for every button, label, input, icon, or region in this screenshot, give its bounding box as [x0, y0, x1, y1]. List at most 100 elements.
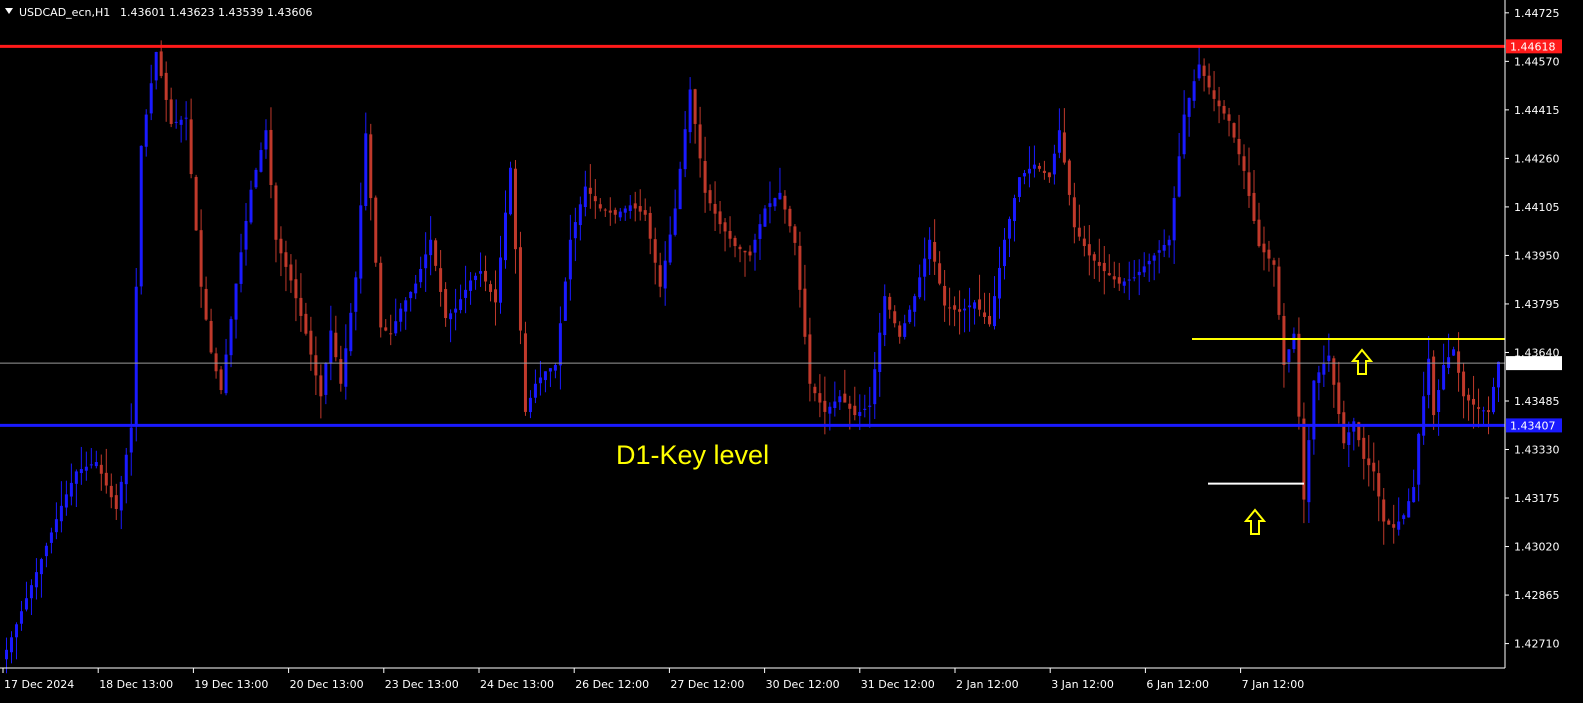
candle-body	[868, 405, 872, 407]
candle-body	[783, 195, 787, 210]
candle-body	[1457, 351, 1461, 373]
candle-body	[1492, 386, 1496, 413]
candle-body	[4, 649, 8, 660]
candle-body	[653, 239, 657, 263]
candle-body	[424, 254, 428, 269]
candle-body	[873, 369, 877, 405]
candle-body	[833, 401, 837, 409]
candle-body	[898, 325, 902, 337]
candle-body	[1182, 114, 1186, 155]
candle-body	[444, 289, 448, 319]
candle-body	[54, 519, 58, 533]
candle-body	[888, 296, 892, 310]
candle-body	[1117, 277, 1121, 284]
candle-body	[414, 283, 418, 294]
candle-body	[1422, 396, 1426, 436]
candle-body	[1452, 349, 1456, 356]
candle-body	[294, 279, 298, 299]
candle-body	[1442, 364, 1446, 390]
candle-body	[39, 559, 43, 575]
candle-body	[513, 168, 517, 250]
candle-body	[334, 332, 338, 358]
candle-body	[1222, 105, 1226, 114]
candle-body	[1367, 458, 1371, 466]
candle-body	[259, 150, 263, 172]
time-tick-label: 23 Dec 13:00	[385, 678, 459, 691]
candle-body	[1347, 432, 1351, 445]
candle-body	[1382, 499, 1386, 522]
candle-body	[374, 197, 378, 263]
candle-body	[1392, 524, 1396, 528]
price-tick-label: 1.44570	[1514, 55, 1560, 68]
candle-body	[838, 396, 842, 403]
candle-body	[124, 454, 128, 485]
candle-body	[429, 239, 433, 256]
price-chart[interactable]: 1.446181.436061.43407 1.447251.445701.44…	[0, 0, 1583, 703]
candle-body	[503, 212, 507, 261]
candle-body	[164, 72, 168, 100]
candle-body	[643, 210, 647, 215]
candle-body	[194, 176, 198, 231]
candle-body	[1087, 244, 1091, 256]
candle-body	[159, 51, 163, 76]
candle-body	[1077, 227, 1081, 237]
candle-body	[1002, 239, 1006, 267]
candle-body	[1137, 271, 1141, 276]
candle-body	[638, 206, 642, 212]
candle-body	[843, 393, 847, 403]
candle-body	[1272, 260, 1276, 265]
candle-body	[189, 119, 193, 175]
candle-body	[508, 167, 512, 215]
candle-body	[1052, 153, 1056, 175]
candle-body	[329, 330, 333, 364]
candle-body	[89, 464, 93, 466]
candle-body	[1062, 132, 1066, 163]
candle-body	[149, 83, 153, 114]
candle-body	[628, 205, 632, 211]
candle-body	[1047, 172, 1051, 178]
time-tick-label: 6 Jan 12:00	[1146, 678, 1209, 691]
candle-body	[668, 234, 672, 263]
candle-body	[1207, 75, 1211, 88]
candle-body	[494, 289, 498, 303]
candle-body	[808, 334, 812, 384]
candle-body	[853, 405, 857, 416]
candle-body	[1302, 418, 1306, 500]
time-tick-label: 7 Jan 12:00	[1242, 678, 1305, 691]
candle-body	[1152, 255, 1156, 261]
candle-body	[928, 239, 932, 260]
candle-body	[1322, 363, 1326, 375]
candle-body	[349, 312, 353, 352]
candle-body	[284, 252, 288, 267]
candle-body	[1197, 64, 1201, 79]
time-tick-label: 2 Jan 12:00	[956, 678, 1019, 691]
candle-body	[588, 187, 592, 194]
candle-body	[409, 291, 413, 299]
candle-body	[1102, 262, 1106, 272]
candle-body	[434, 240, 438, 266]
candle-body	[748, 251, 752, 256]
candle-body	[1142, 266, 1146, 273]
candle-body	[553, 364, 557, 371]
candle-body	[169, 99, 173, 124]
time-tick-label: 27 Dec 12:00	[670, 678, 744, 691]
candle-body	[1037, 165, 1041, 169]
candle-body	[1427, 358, 1431, 395]
candle-body	[269, 129, 273, 185]
candle-body	[878, 332, 882, 373]
candle-body	[264, 130, 268, 150]
candle-body	[1332, 358, 1336, 385]
candle-body	[34, 572, 38, 588]
price-tick-label: 1.44260	[1514, 152, 1560, 165]
candle-body	[648, 212, 652, 239]
candle-body	[1212, 90, 1216, 99]
candle-body	[79, 469, 83, 474]
candle-body	[309, 330, 313, 355]
candle-body	[134, 286, 138, 426]
time-tick-label: 24 Dec 13:00	[480, 678, 554, 691]
candle-body	[1092, 254, 1096, 261]
candle-body	[1167, 239, 1171, 246]
candle-body	[763, 208, 767, 227]
candle-body	[1447, 357, 1451, 368]
candle-body	[608, 210, 612, 213]
